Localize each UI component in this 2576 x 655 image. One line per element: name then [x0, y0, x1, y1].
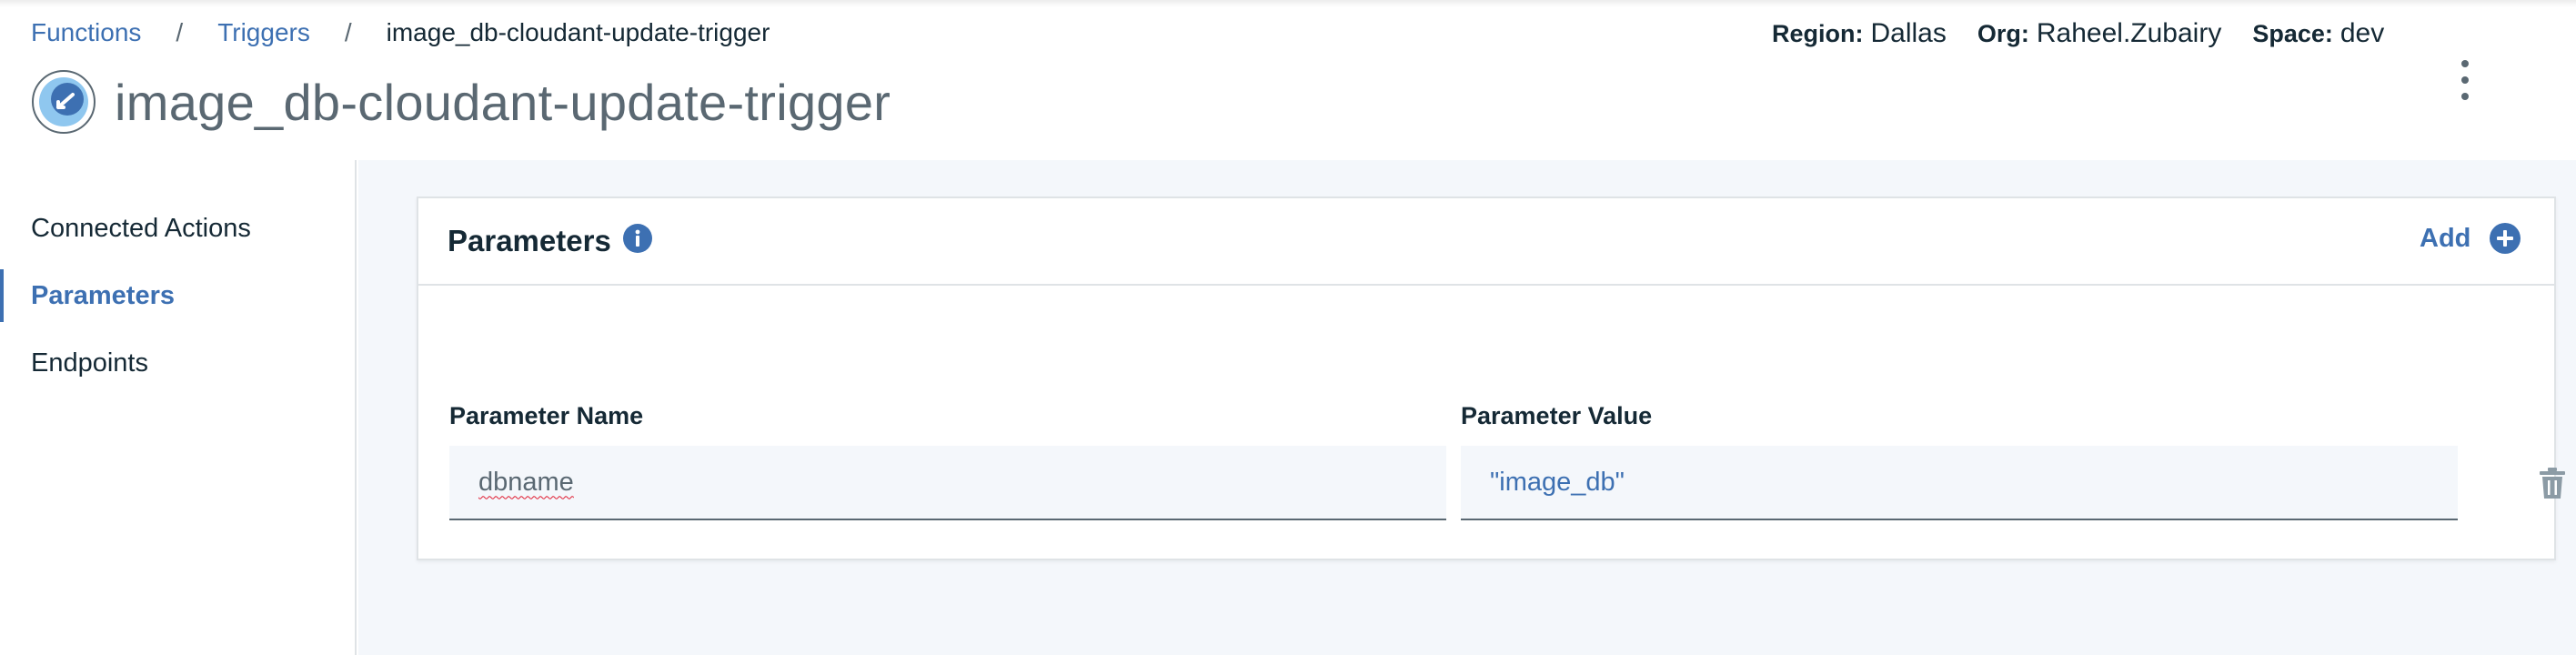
breadcrumb-current: image_db-cloudant-update-trigger: [386, 18, 770, 46]
parameter-value-text: "image_db": [1490, 467, 1625, 497]
overflow-menu-icon[interactable]: [2447, 56, 2483, 104]
sidebar-item-endpoints[interactable]: Endpoints: [0, 337, 355, 389]
parameters-card-header: Parameters Add: [418, 198, 2554, 286]
page-title: image_db-cloudant-update-trigger: [115, 73, 891, 131]
org-label: Org:: [1977, 20, 2029, 47]
sidebar: Connected Actions Parameters Endpoints: [0, 160, 357, 655]
overflow-dot: [2461, 93, 2469, 100]
parameter-name-header: Parameter Name: [449, 402, 644, 429]
parameters-card: Parameters Add Parameter Name Parameter …: [417, 196, 2565, 560]
breadcrumb: Functions / Triggers / image_db-cloudant…: [31, 16, 770, 49]
sidebar-item-connected-actions[interactable]: Connected Actions: [0, 202, 355, 255]
breadcrumb-triggers-link[interactable]: Triggers: [217, 18, 310, 47]
breadcrumb-separator: /: [344, 18, 352, 46]
main-content: Parameters Add Parameter Name Parameter …: [358, 160, 2576, 655]
account-context: Region: Dallas Org: Raheel.Zubairy Space…: [1772, 18, 2384, 49]
region-value[interactable]: Dallas: [1871, 18, 1947, 49]
parameter-name-text: dbname: [478, 467, 574, 497]
info-icon[interactable]: [622, 223, 653, 254]
overflow-dot: [2461, 60, 2469, 67]
sidebar-item-parameters[interactable]: Parameters: [0, 269, 355, 322]
add-parameter-button[interactable]: Add: [2420, 222, 2521, 255]
parameter-value-header: Parameter Value: [1461, 402, 1653, 429]
top-shadow: [0, 0, 2576, 7]
breadcrumb-separator: /: [176, 18, 184, 46]
parameters-title: Parameters: [448, 224, 611, 257]
breadcrumb-functions-link[interactable]: Functions: [31, 18, 141, 47]
parameters-title-group: Parameters: [448, 224, 653, 258]
region-label: Region:: [1772, 20, 1864, 47]
page-header: Functions / Triggers / image_db-cloudant…: [0, 0, 2576, 160]
add-label: Add: [2420, 223, 2471, 253]
space-label: Space:: [2252, 20, 2333, 47]
org-value[interactable]: Raheel.Zubairy: [2037, 18, 2221, 49]
delete-icon[interactable]: [2538, 467, 2567, 499]
title-row: image_db-cloudant-update-trigger: [31, 69, 891, 135]
parameter-name-input[interactable]: dbname: [449, 446, 1446, 520]
trigger-icon: [32, 70, 96, 134]
parameter-value-input[interactable]: "image_db": [1461, 446, 2458, 520]
overflow-dot: [2461, 76, 2469, 84]
space-value[interactable]: dev: [2340, 18, 2384, 49]
add-icon: [2490, 223, 2521, 254]
